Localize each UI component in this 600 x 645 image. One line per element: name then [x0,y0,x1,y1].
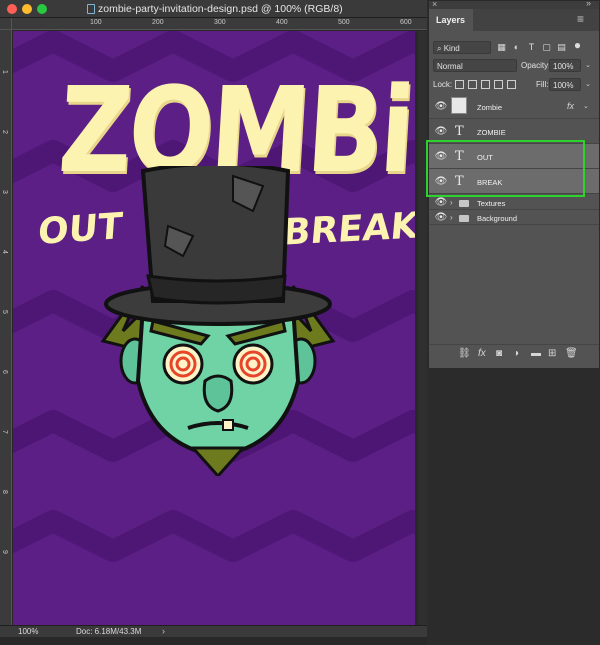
window-title: zombie-party-invitation-design.psd @ 100… [98,3,343,15]
status-menu-arrow-icon[interactable]: › [162,626,165,636]
link-icon[interactable]: ⛓ [458,348,471,359]
adjustment-icon[interactable]: ◑ [513,348,519,359]
document-icon [87,4,95,14]
minimize-window-button[interactable] [22,4,32,14]
fill-label: Fill: [536,80,549,89]
opacity-label: Opacity: [521,61,551,70]
layer-name: ZOMBIE [477,128,506,137]
new-layer-icon[interactable]: ⊞ [548,348,556,359]
vertical-ruler[interactable]: 1 2 3 4 5 6 7 8 9 [0,30,12,625]
ruler-label: 1 [1,70,8,74]
visibility-eye-icon[interactable]: 👁 [434,101,448,112]
zoom-window-button[interactable] [37,4,47,14]
panel-close-icon[interactable]: × [432,0,437,9]
smart-object-filter-icon[interactable]: ▤ [556,42,567,53]
visibility-eye-icon[interactable]: 👁 [434,126,448,137]
pixel-filter-icon[interactable]: ▦ [496,42,507,53]
lock-position-icon[interactable] [481,80,490,89]
ruler-label: 6 [1,370,8,374]
panel-tab-bar: Layers ≡ [429,9,599,31]
expand-effects-icon[interactable]: ⌄ [583,102,589,110]
layer-name: Zombie [477,103,503,112]
fx-icon[interactable]: fx [478,348,486,359]
close-window-button[interactable] [7,4,17,14]
ruler-label: 200 [152,19,164,26]
artwork-canvas[interactable]: ZOMBiE OUT BREAK [13,31,415,625]
type-filter-icon[interactable]: T [526,42,537,53]
panel-collapse-icon[interactable]: » [586,0,591,8]
document-size-info: Doc: 6.18M/43.3M [76,627,142,636]
layers-bottom-toolbar: ⛓ fx ◙ ◑ ▬ ⊞ 🗑 [429,344,599,368]
text-layer-icon: T [455,124,464,139]
ruler-label: 5 [1,310,8,314]
lock-transparent-pixels-icon[interactable] [455,80,464,89]
filter-kind-value: Kind [443,44,460,53]
blend-mode-select[interactable]: Normal [433,59,517,72]
lock-artboard-icon[interactable] [494,80,503,89]
ruler-label: 7 [1,430,8,434]
vertical-scrollbar[interactable] [418,31,427,625]
folder-icon [459,200,469,207]
zombie-illustration [100,166,336,476]
layer-name: Textures [477,199,506,208]
zoom-level-field[interactable]: 100% [18,627,38,636]
opacity-dropdown-icon[interactable]: ⌄ [585,61,591,69]
document-window: zombie-party-invitation-design.psd @ 100… [0,0,427,645]
ruler-label: 8 [1,490,8,494]
layer-name: Background [477,214,518,223]
opacity-field[interactable]: 100% [549,59,581,72]
trash-icon[interactable]: 🗑 [565,348,578,359]
lock-image-pixels-icon[interactable] [468,80,477,89]
ruler-origin[interactable] [0,18,12,30]
ruler-label: 9 [1,550,8,554]
folder-icon [459,215,469,222]
panel-header-bar[interactable]: × » [429,0,599,9]
adjustment-filter-icon[interactable]: ◐ [511,42,522,53]
selection-highlight-box [426,140,585,197]
layer-group-background[interactable]: 👁 › Background [429,211,599,225]
ruler-label: 4 [1,250,8,254]
search-icon: ⌕ [437,44,444,53]
horizontal-ruler[interactable]: 100 200 300 400 500 600 [12,18,427,30]
ruler-label: 500 [338,19,350,26]
blend-mode-value: Normal [437,62,463,71]
status-bar: 100% Doc: 6.18M/43.3M › [0,625,427,637]
fill-dropdown-icon[interactable]: ⌄ [585,80,591,88]
filter-toggle-icon[interactable]: ● [572,39,583,51]
layer-filter-kind-select[interactable]: ⌕ Kind [433,41,491,54]
tab-layers[interactable]: Layers [429,9,473,31]
group-disclosure-icon[interactable]: › [450,198,453,207]
shape-filter-icon[interactable]: ▢ [541,42,552,53]
ruler-label: 400 [276,19,288,26]
layer-effects-icon[interactable]: fx [567,101,574,111]
layer-group-textures[interactable]: 👁 › Textures [429,196,599,210]
folder-icon[interactable]: ▬ [531,348,541,359]
panel-menu-icon[interactable]: ≡ [577,12,584,26]
visibility-eye-icon[interactable]: 👁 [434,197,448,208]
ruler-label: 300 [214,19,226,26]
lock-all-icon[interactable] [507,80,516,89]
ruler-label: 100 [90,19,102,26]
title-bar[interactable]: zombie-party-invitation-design.psd @ 100… [0,0,427,18]
ruler-label: 2 [1,130,8,134]
mask-icon[interactable]: ◙ [496,348,502,359]
layer-list: 👁 Zombie fx ⌄ 👁 T ZOMBIE 👁 T OUT 👁 T BRE… [429,94,599,344]
layer-row-zombie[interactable]: 👁 Zombie fx ⌄ [429,94,599,119]
ruler-label: 3 [1,190,8,194]
ruler-label: 600 [400,19,412,26]
visibility-eye-icon[interactable]: 👁 [434,212,448,223]
lock-label: Lock: [433,80,453,89]
group-disclosure-icon[interactable]: › [450,213,453,222]
smart-object-thumbnail [451,97,467,114]
fill-field[interactable]: 100% [549,78,581,91]
